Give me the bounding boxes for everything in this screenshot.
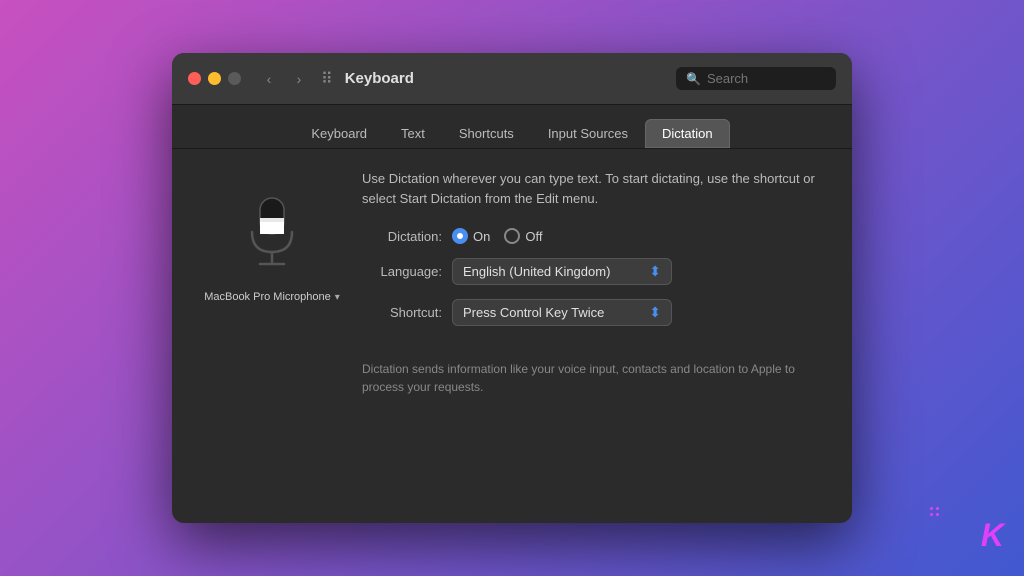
shortcut-row: Shortcut: Press Control Key Twice ⬍ [362,299,822,326]
microphone-name: MacBook Pro Microphone [204,291,331,303]
radio-on-label: On [473,229,490,244]
content-area: MacBook Pro Microphone ▾ Use Dictation w… [172,149,852,523]
shortcut-label: Shortcut: [362,305,442,320]
tab-keyboard[interactable]: Keyboard [294,119,384,148]
window-title: Keyboard [345,70,676,87]
dictation-off-option[interactable]: Off [504,228,542,244]
dropdown-arrow-icon: ⬍ [649,263,661,280]
traffic-lights [188,72,241,85]
language-row: Language: English (United Kingdom) ⬍ [362,258,822,285]
footer-note: Dictation sends information like your vo… [362,360,822,396]
radio-on-circle[interactable] [452,228,468,244]
chevron-down-icon: ▾ [335,292,340,303]
search-input[interactable] [707,71,826,86]
brand-dots [930,507,942,516]
right-panel: Use Dictation wherever you can type text… [362,169,822,503]
forward-button[interactable]: › [287,67,311,91]
tabs-bar: Keyboard Text Shortcuts Input Sources Di… [172,105,852,149]
microphone-selector[interactable]: MacBook Pro Microphone ▾ [204,291,340,303]
search-icon: 🔍 [686,72,701,86]
title-bar: ‹ › ⠿ Keyboard 🔍 [172,53,852,105]
radio-off-label: Off [525,229,542,244]
keyboard-preferences-window: ‹ › ⠿ Keyboard 🔍 Keyboard Text Shortcuts… [172,53,852,523]
language-dropdown[interactable]: English (United Kingdom) ⬍ [452,258,672,285]
dictation-radio-group: On Off [452,228,542,244]
minimize-button[interactable] [208,72,221,85]
tab-text[interactable]: Text [384,119,442,148]
shortcut-dropdown-arrow-icon: ⬍ [649,304,661,321]
dictation-row: Dictation: On Off [362,228,822,244]
search-box[interactable]: 🔍 [676,67,836,90]
shortcut-value: Press Control Key Twice [463,305,604,320]
radio-off-circle[interactable] [504,228,520,244]
tab-shortcuts[interactable]: Shortcuts [442,119,531,148]
tab-dictation[interactable]: Dictation [645,119,730,148]
tab-input-sources[interactable]: Input Sources [531,119,645,148]
language-label: Language: [362,264,442,279]
nav-buttons: ‹ › [257,67,311,91]
language-value: English (United Kingdom) [463,264,610,279]
shortcut-dropdown[interactable]: Press Control Key Twice ⬍ [452,299,672,326]
grid-icon[interactable]: ⠿ [321,69,333,89]
left-panel: MacBook Pro Microphone ▾ [202,169,342,503]
back-button[interactable]: ‹ [257,67,281,91]
dictation-on-option[interactable]: On [452,228,490,244]
microphone-icon [237,189,307,279]
description-text: Use Dictation wherever you can type text… [362,169,822,208]
close-button[interactable] [188,72,201,85]
brand-k-logo: K [981,517,1004,554]
dictation-label: Dictation: [362,229,442,244]
maximize-button[interactable] [228,72,241,85]
